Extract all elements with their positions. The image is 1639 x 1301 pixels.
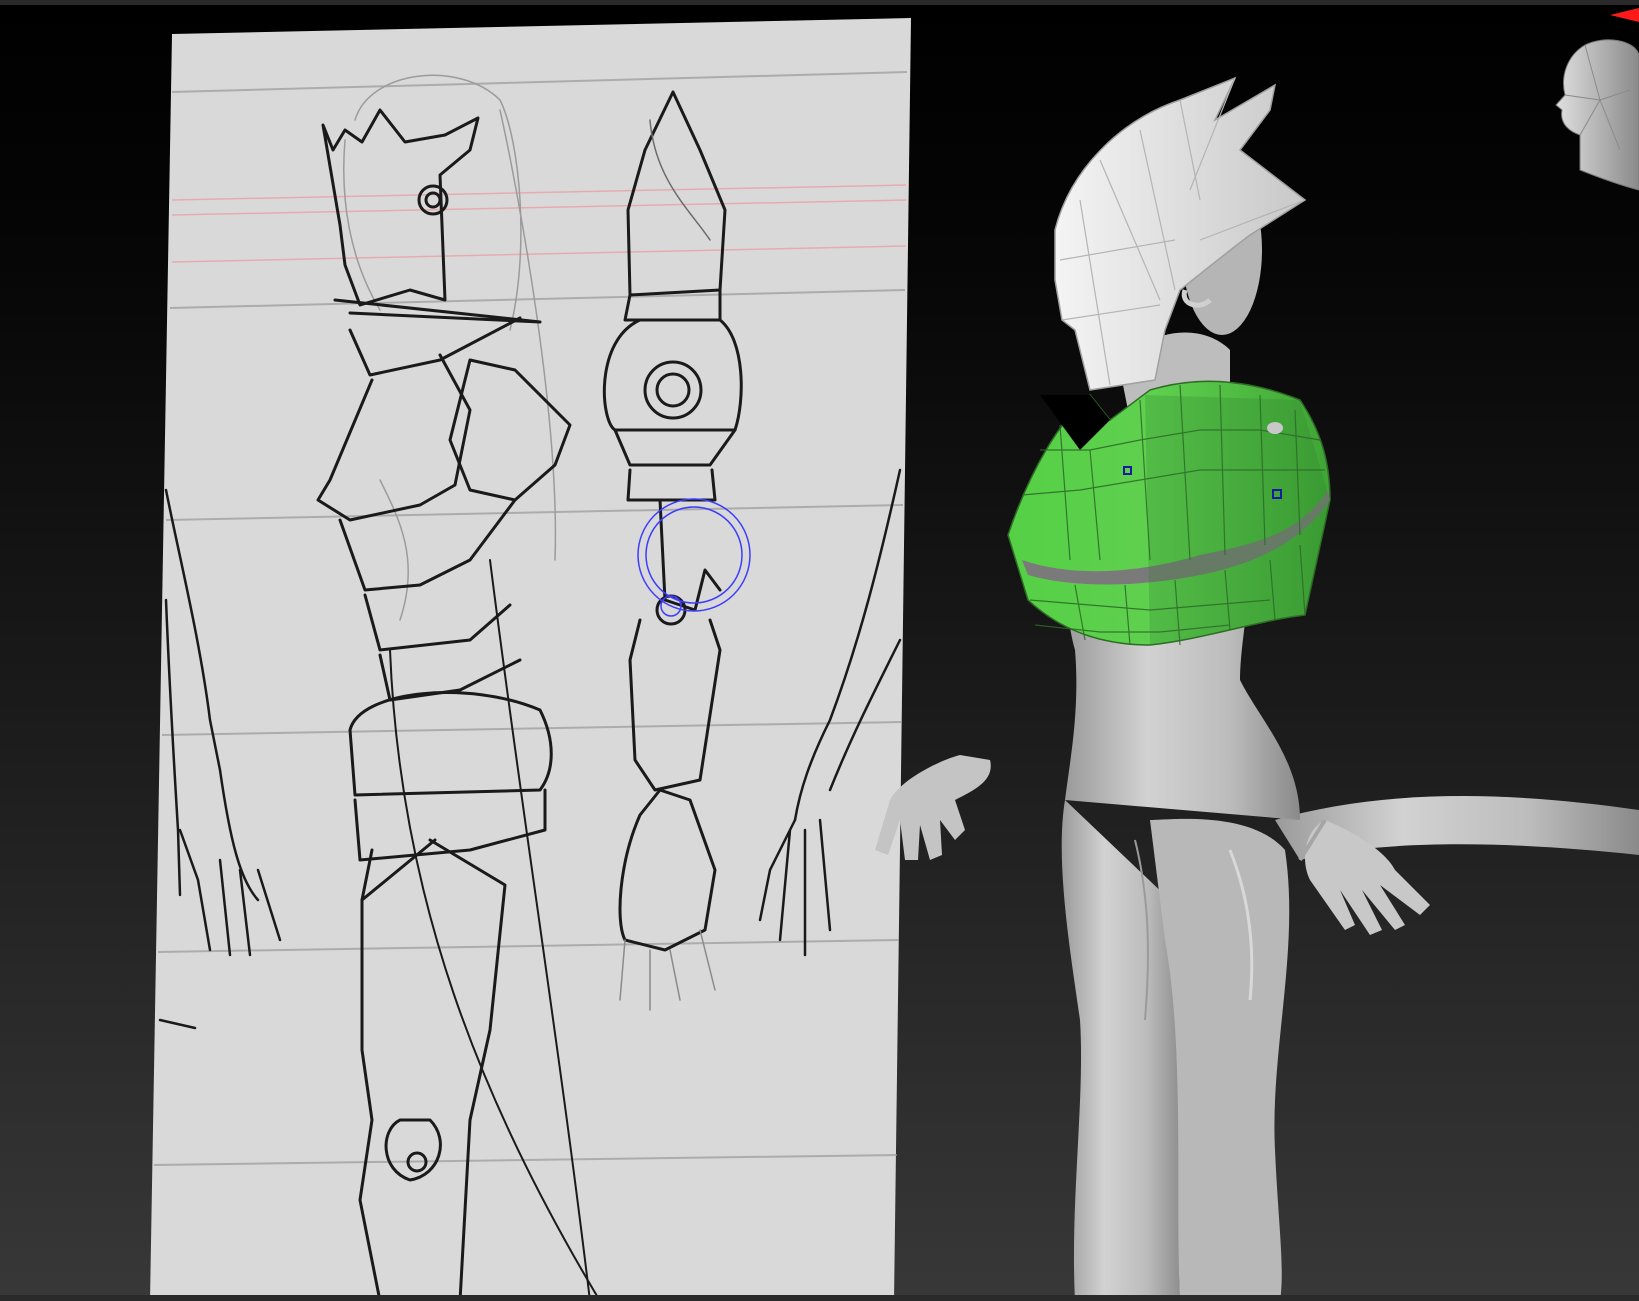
viewport-bottom-border: [0, 1295, 1639, 1301]
navigation-axis-indicator: [1610, 8, 1639, 22]
scene-svg: [150, 8, 1639, 1301]
head-navigation-icon[interactable]: [1555, 8, 1639, 191]
reference-image-plane: [150, 18, 911, 1301]
model-chest-plate-selected[interactable]: [1007, 380, 1331, 646]
canvas-viewport[interactable]: [0, 0, 1639, 1301]
